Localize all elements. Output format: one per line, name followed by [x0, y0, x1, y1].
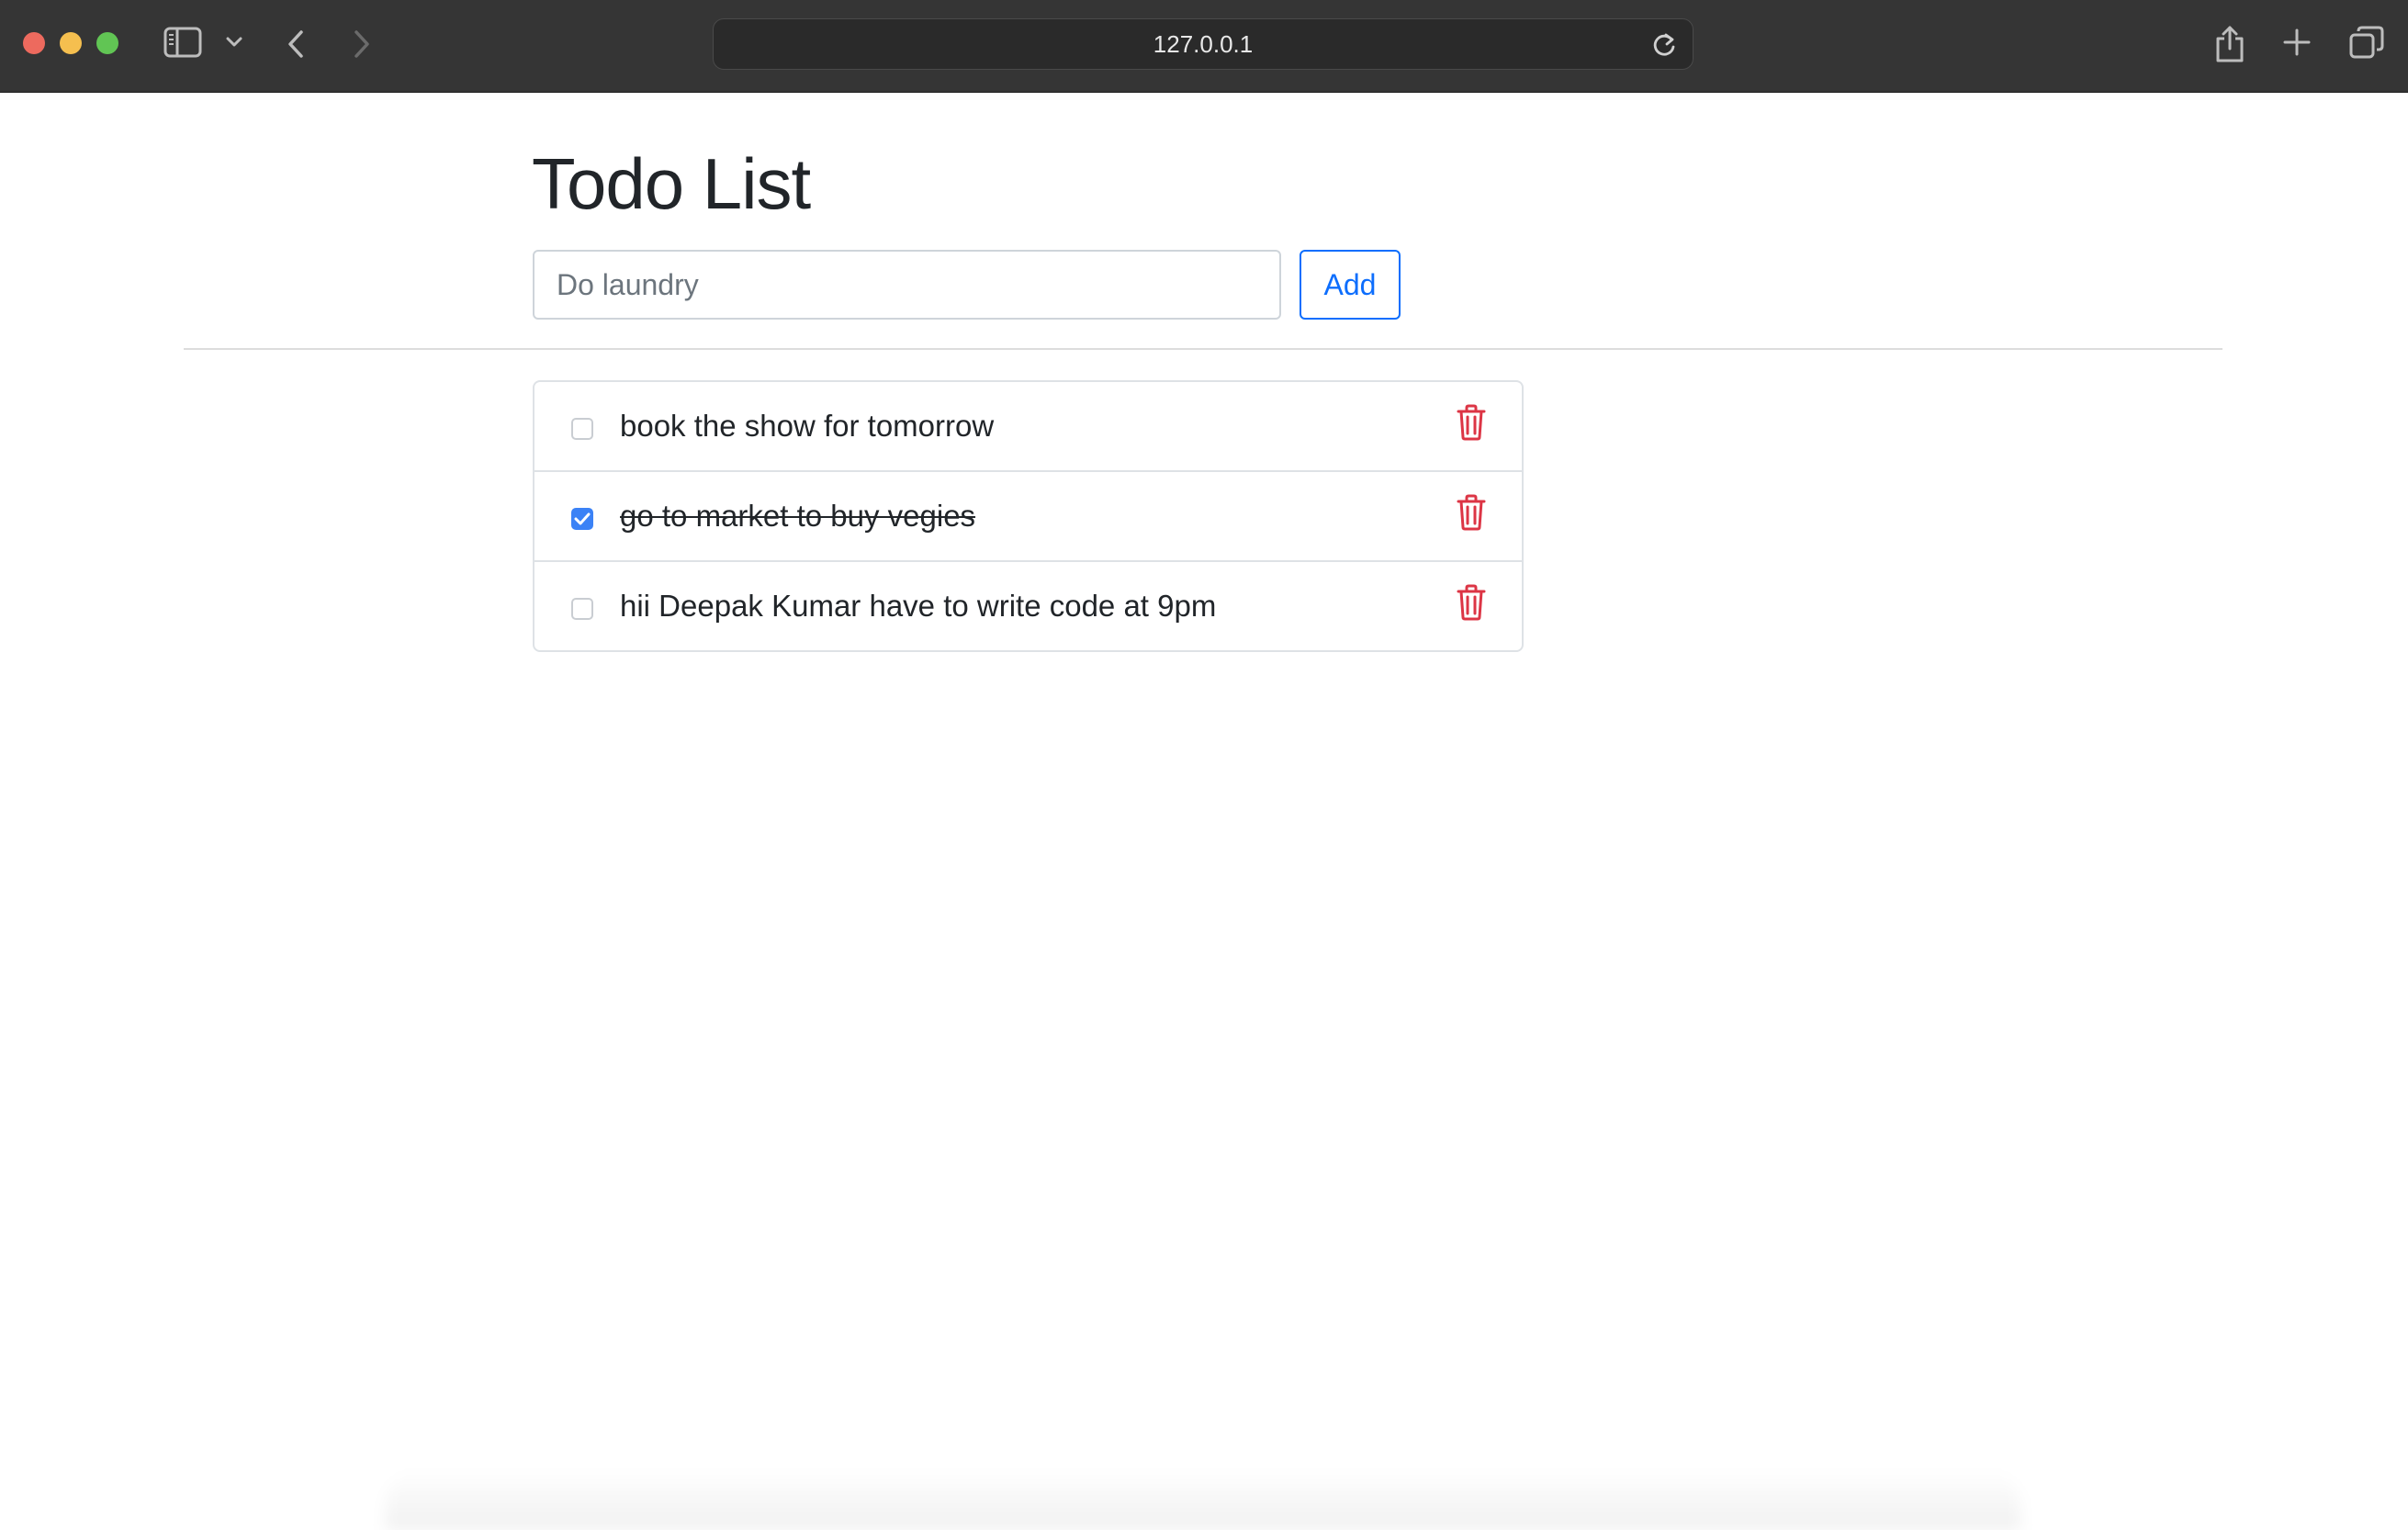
reload-icon[interactable] [1650, 31, 1678, 63]
todo-text: hii Deepak Kumar have to write code at 9… [620, 589, 1217, 623]
plus-icon[interactable] [2282, 28, 2312, 57]
todo-checkbox[interactable] [571, 598, 593, 620]
sidebar-icon[interactable] [163, 27, 202, 58]
browser-toolbar: 127.0.0.1 [0, 0, 2408, 93]
address-bar[interactable]: 127.0.0.1 [713, 18, 1693, 70]
todo-list: book the show for tomorrow go to market … [533, 380, 1524, 652]
share-icon[interactable] [2213, 24, 2246, 64]
chevron-left-icon[interactable] [287, 29, 305, 59]
todo-checkbox[interactable] [571, 418, 593, 440]
window-shadow [386, 1469, 2020, 1530]
todo-input[interactable] [533, 250, 1281, 320]
close-window-button[interactable] [23, 32, 45, 54]
add-button[interactable]: Add [1300, 250, 1401, 320]
zoom-window-button[interactable] [96, 32, 118, 54]
list-item: go to market to buy vegies [534, 472, 1522, 562]
page-title: Todo List [532, 143, 811, 224]
todo-checkbox[interactable] [571, 508, 593, 530]
checkmark-icon [574, 512, 591, 525]
divider [184, 348, 2222, 350]
trash-icon[interactable] [1456, 404, 1487, 445]
todo-text: go to market to buy vegies [620, 499, 976, 533]
minimize-window-button[interactable] [60, 32, 82, 54]
todo-text: book the show for tomorrow [620, 409, 995, 443]
chevron-right-icon[interactable] [353, 29, 371, 59]
list-item: hii Deepak Kumar have to write code at 9… [534, 562, 1522, 650]
list-item: book the show for tomorrow [534, 382, 1522, 472]
trash-icon[interactable] [1456, 584, 1487, 625]
chevron-down-icon[interactable] [226, 37, 242, 48]
tab-overview-icon[interactable] [2349, 26, 2384, 59]
trash-icon[interactable] [1456, 494, 1487, 535]
url-text: 127.0.0.1 [1153, 29, 1254, 58]
